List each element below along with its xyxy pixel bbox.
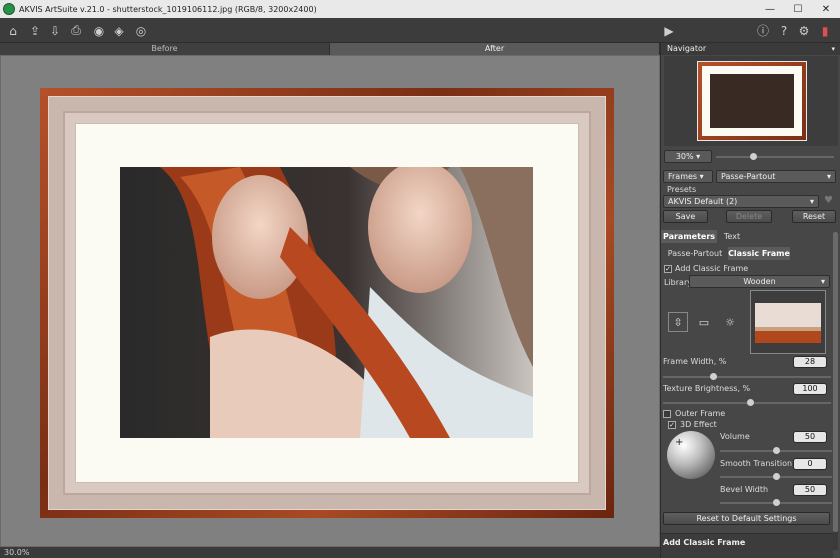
library-label: Library xyxy=(664,278,692,287)
outer-frame-label: Outer Frame xyxy=(675,409,726,418)
chevron-down-icon: ▾ xyxy=(826,172,831,181)
zoom-value: 30% xyxy=(675,152,694,161)
frame-swatch xyxy=(755,303,821,343)
add-classic-frame-label: Add Classic Frame xyxy=(675,264,749,273)
chevron-down-icon: ▾ xyxy=(820,277,825,286)
volume-label: Volume xyxy=(720,432,750,441)
scrollbar-thumb[interactable] xyxy=(833,232,838,532)
save-preset-button[interactable]: Save xyxy=(663,210,708,223)
bevel-width-knob[interactable] xyxy=(773,499,780,506)
navigator-header[interactable]: Navigator ▾ xyxy=(661,43,840,55)
add-classic-frame-checkbox[interactable]: ✓ xyxy=(664,265,672,273)
texture-brightness-label: Texture Brightness, % xyxy=(663,384,751,393)
texture-dropdown-icon[interactable]: ▾ xyxy=(816,318,820,327)
presets-label: Presets xyxy=(667,185,697,194)
volume-knob[interactable] xyxy=(773,447,780,454)
open-icon[interactable]: ⇪ xyxy=(26,22,44,39)
print-icon[interactable]: ⎙ xyxy=(67,22,85,39)
save-icon[interactable]: ⇩ xyxy=(46,22,64,39)
thumbnail-photo xyxy=(710,74,794,128)
brightness-icon[interactable]: ☼ xyxy=(720,312,740,332)
delete-preset-button[interactable]: Delete xyxy=(726,210,772,223)
frame-width-slider[interactable] xyxy=(663,373,831,380)
tab-parameters[interactable]: Parameters xyxy=(661,230,717,243)
minimize-button[interactable]: — xyxy=(756,0,784,18)
zoom-slider[interactable] xyxy=(716,153,834,160)
light-direction-sphere[interactable]: + xyxy=(667,431,715,479)
plugin-icon[interactable]: ◎ xyxy=(132,22,150,39)
zoom-select[interactable]: 30% ▾ xyxy=(664,150,712,163)
share-icon[interactable]: ◉ xyxy=(90,22,108,39)
smooth-transition-label: Smooth Transition xyxy=(720,459,793,468)
favorite-heart-icon[interactable]: ♥ xyxy=(824,195,833,206)
effect-value: Frames xyxy=(668,172,698,181)
navigator-preview[interactable] xyxy=(664,56,838,146)
panel-scrollbar[interactable] xyxy=(833,232,838,550)
fit-frame-icon[interactable]: ⇳ xyxy=(668,312,688,332)
portrait-photo xyxy=(120,167,533,438)
navigator-title: Navigator xyxy=(667,44,707,53)
tab-text[interactable]: Text xyxy=(718,230,746,243)
book-frame-icon[interactable]: ▭ xyxy=(694,312,714,332)
bevel-width-label: Bevel Width xyxy=(720,485,769,494)
texture-brightness-knob[interactable] xyxy=(747,399,754,406)
home-icon[interactable]: ⌂ xyxy=(4,22,22,39)
texture-brightness-value[interactable]: 100 xyxy=(793,383,827,395)
reset-defaults-button[interactable]: Reset to Default Settings xyxy=(663,512,830,525)
library-value: Wooden xyxy=(743,277,776,286)
bevel-width-slider[interactable] xyxy=(720,499,832,506)
notify-icon[interactable]: ▮ xyxy=(816,22,834,39)
app-logo-icon xyxy=(3,3,15,15)
preset-select[interactable]: AKVIS Default (2) ▾ xyxy=(663,195,819,208)
close-button[interactable]: ✕ xyxy=(812,0,840,18)
view-tabs: Before After xyxy=(0,43,660,55)
light-source-icon[interactable]: + xyxy=(675,437,683,448)
portrait-image xyxy=(120,167,533,438)
frame-width-label: Frame Width, % xyxy=(663,357,727,366)
help-icon[interactable]: ? xyxy=(775,22,793,39)
style-value: Passe-Partout xyxy=(721,172,776,181)
tab-passe-partout[interactable]: Passe-Partout xyxy=(663,247,727,260)
volume-value[interactable]: 50 xyxy=(793,431,827,443)
tab-classic-frame[interactable]: Classic Frame xyxy=(728,247,790,260)
texture-brightness-slider[interactable] xyxy=(663,399,831,406)
frame-texture-preview[interactable] xyxy=(750,290,826,354)
smooth-transition-value[interactable]: 0 xyxy=(793,458,827,470)
volume-slider[interactable] xyxy=(720,447,832,454)
style-select[interactable]: Passe-Partout ▾ xyxy=(716,170,836,183)
info-icon[interactable]: ⓘ xyxy=(754,22,772,39)
effect-select[interactable]: Frames ▾ xyxy=(663,170,713,183)
run-icon[interactable]: ▶ xyxy=(660,22,678,39)
smooth-transition-knob[interactable] xyxy=(773,473,780,480)
zoom-slider-knob[interactable] xyxy=(750,153,757,160)
hint-title: Add Classic Frame xyxy=(663,538,746,547)
zoom-status: 30.0% xyxy=(0,547,660,558)
3d-effect-label: 3D Effect xyxy=(680,420,717,429)
tab-before[interactable]: Before xyxy=(0,43,330,55)
tab-after[interactable]: After xyxy=(330,43,660,55)
maximize-button[interactable]: ☐ xyxy=(784,0,812,18)
smooth-transition-slider[interactable] xyxy=(720,473,832,480)
frame-width-knob[interactable] xyxy=(710,373,717,380)
chevron-down-icon: ▾ xyxy=(809,197,814,206)
frame-width-value[interactable]: 28 xyxy=(793,356,827,368)
title-bar: AKVIS ArtSuite v.21.0 - shutterstock_101… xyxy=(0,0,840,18)
preset-value: AKVIS Default (2) xyxy=(668,197,738,206)
collapse-icon[interactable]: ▾ xyxy=(831,43,835,55)
toolbar: ⌂ ⇪ ⇩ ⎙ ◉ ◈ ◎ ▶ ⓘ ? ⚙ ▮ xyxy=(0,18,840,43)
outer-frame-checkbox[interactable] xyxy=(663,410,671,418)
reset-preset-button[interactable]: Reset xyxy=(792,210,836,223)
hint-panel: Add Classic Frame xyxy=(661,533,833,558)
3d-effect-checkbox[interactable]: ✓ xyxy=(668,421,676,429)
settings-icon[interactable]: ⚙ xyxy=(795,22,813,39)
bevel-width-value[interactable]: 50 xyxy=(793,484,827,496)
library-select[interactable]: Wooden ▾ xyxy=(689,275,830,288)
navigator-thumbnail[interactable] xyxy=(697,61,807,141)
window-title: AKVIS ArtSuite v.21.0 - shutterstock_101… xyxy=(19,4,317,14)
batch-icon[interactable]: ◈ xyxy=(110,22,128,39)
